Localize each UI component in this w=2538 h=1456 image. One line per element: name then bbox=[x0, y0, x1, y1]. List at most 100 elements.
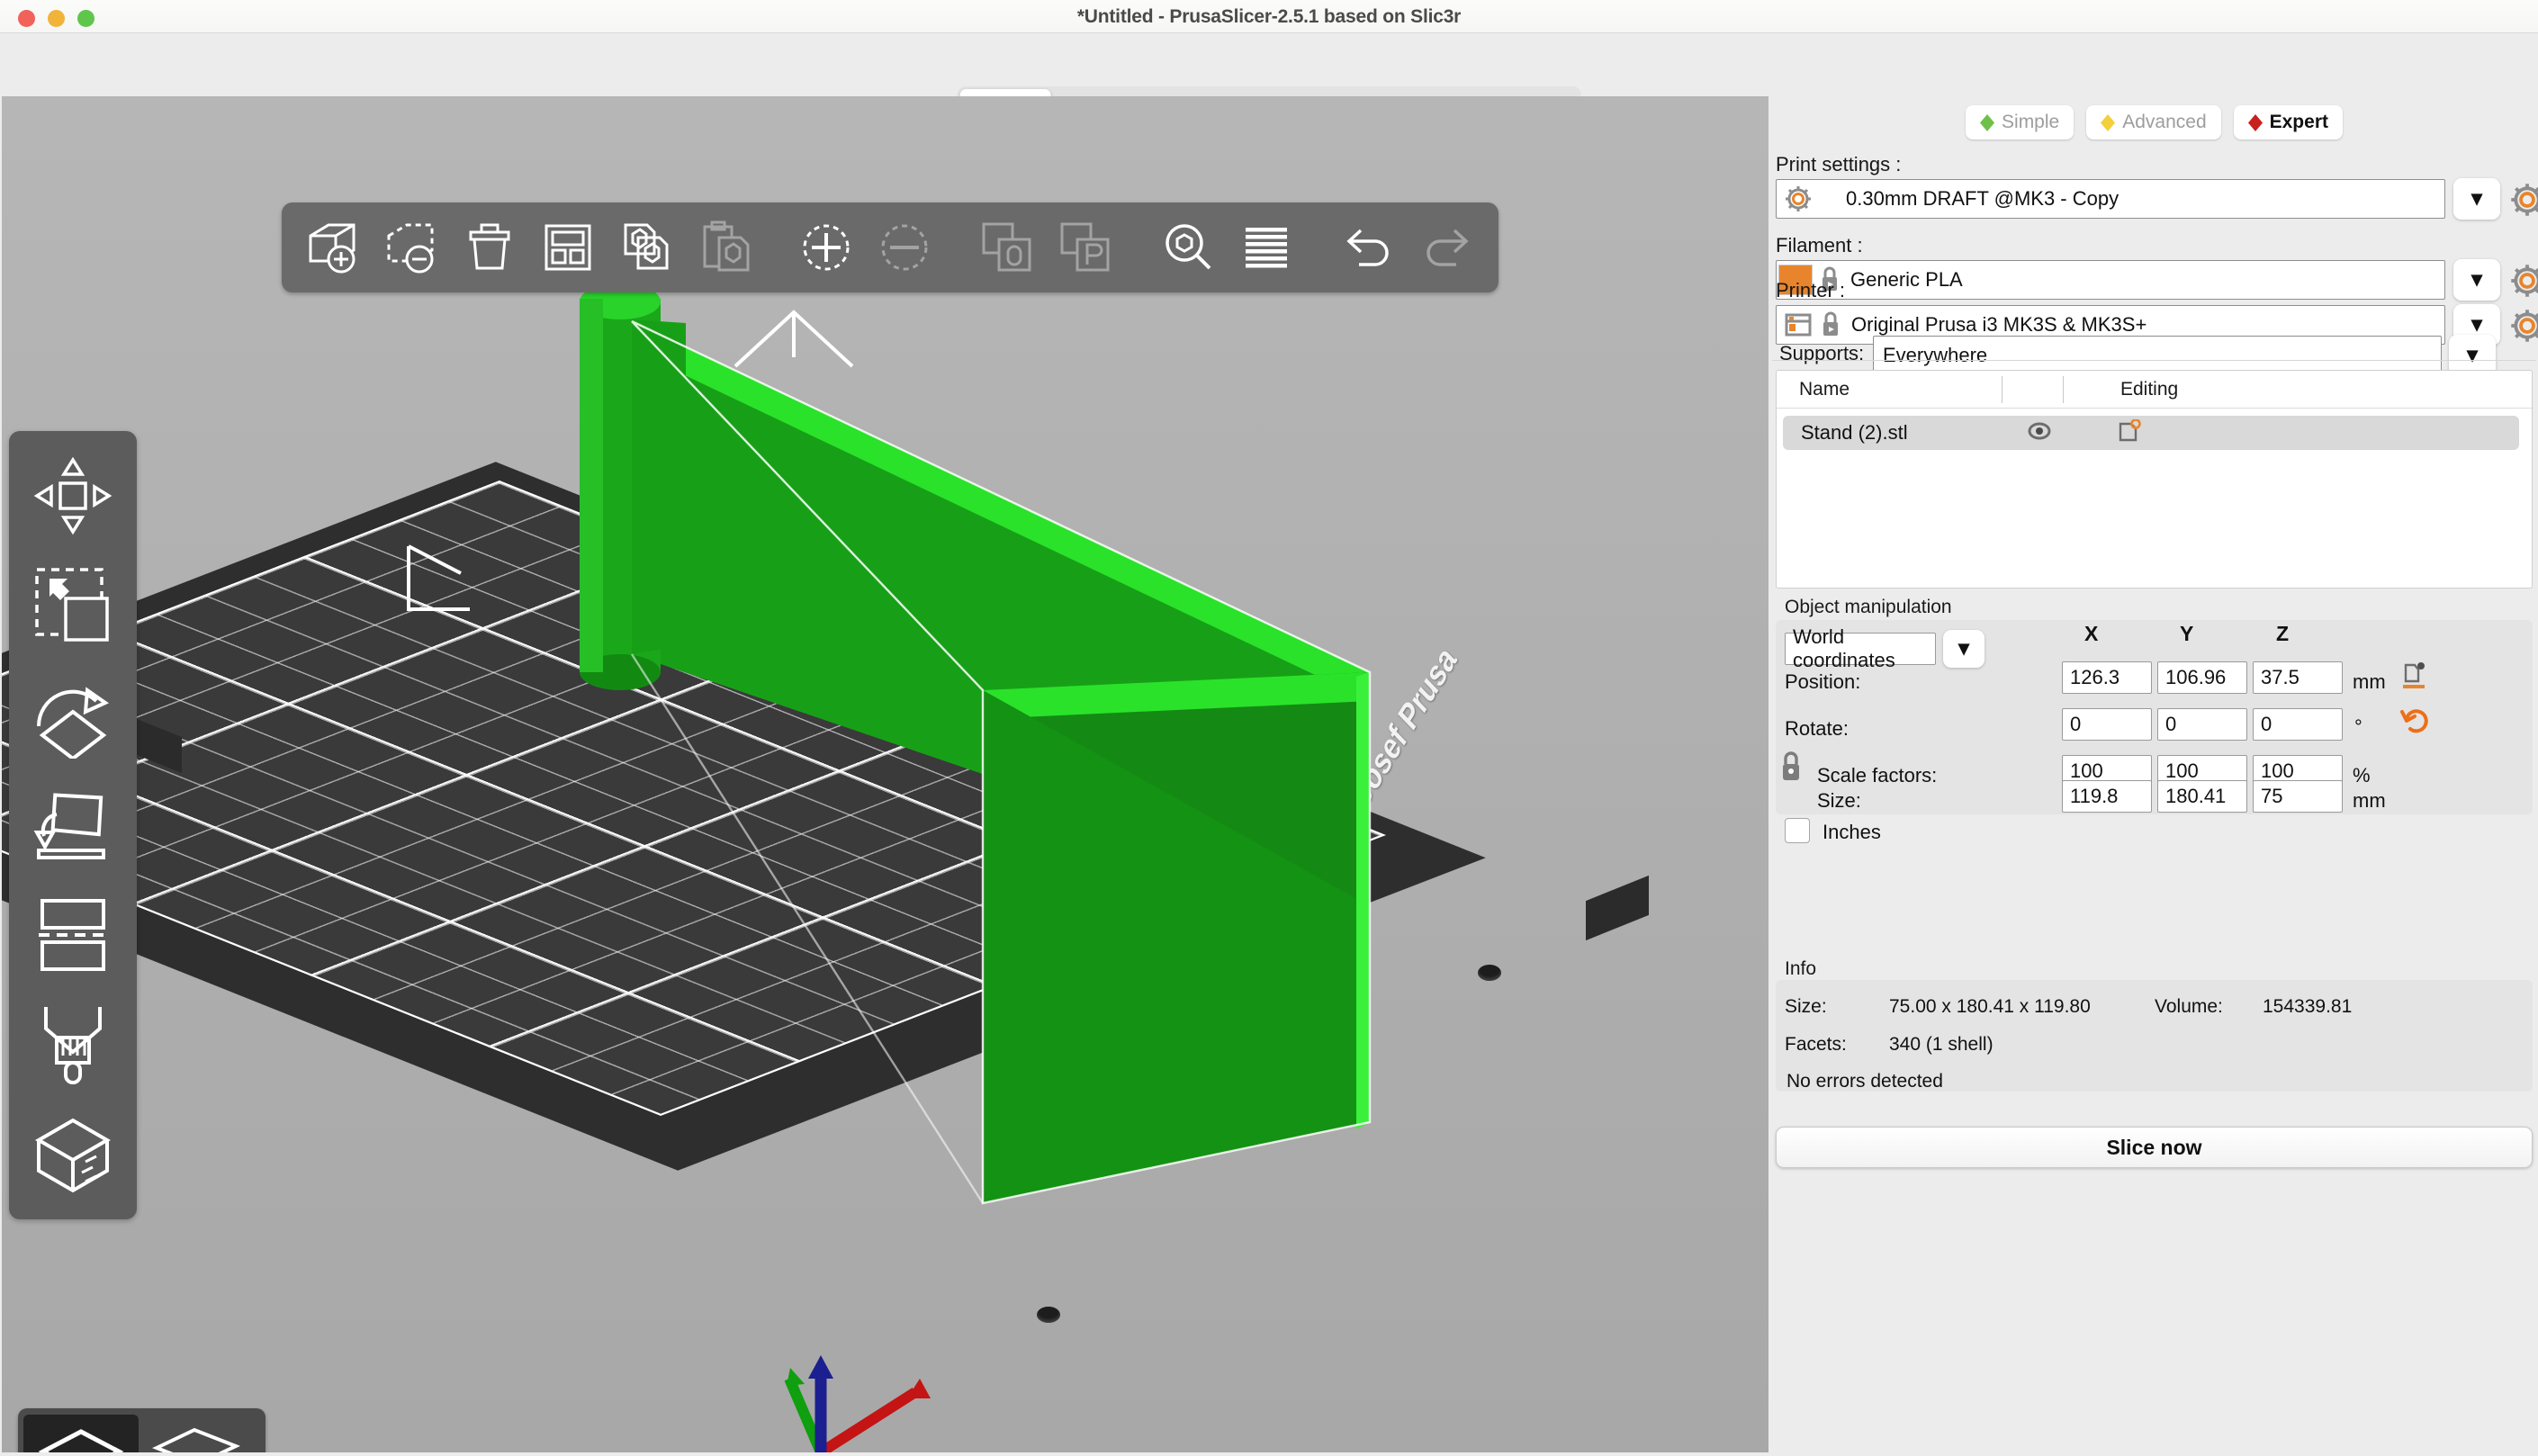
variable-layer-height-icon[interactable] bbox=[1227, 210, 1305, 285]
cut-gizmo-icon[interactable] bbox=[21, 883, 125, 987]
mode-advanced-button[interactable]: Advanced bbox=[2086, 105, 2221, 139]
info-errors: No errors detected bbox=[1786, 1071, 1943, 1092]
delete-icon[interactable] bbox=[373, 210, 451, 285]
axis-header-z: Z bbox=[2276, 622, 2290, 645]
printer-label: Printer : bbox=[1776, 279, 1846, 301]
chevron-down-icon: ▾ bbox=[2470, 312, 2483, 337]
reset-rotation-icon[interactable] bbox=[2400, 706, 2429, 741]
left-gizmo-toolbar[interactable] bbox=[9, 431, 137, 1219]
position-y-input[interactable]: 106.96 bbox=[2157, 661, 2247, 694]
print-settings-value: 0.30mm DRAFT @MK3 - Copy bbox=[1846, 187, 2120, 210]
info-volume-label: Volume: bbox=[2155, 996, 2223, 1017]
mode-simple-label: Simple bbox=[2002, 112, 2060, 132]
info-size-label: Size: bbox=[1785, 996, 1827, 1017]
panel-divider bbox=[1772, 360, 2536, 361]
info-volume-value: 154339.81 bbox=[2263, 996, 2353, 1017]
view-mode-switch[interactable] bbox=[18, 1408, 266, 1452]
copy-icon[interactable] bbox=[607, 210, 685, 285]
slice-now-button[interactable]: Slice now bbox=[1776, 1127, 2533, 1168]
redo-icon[interactable] bbox=[1408, 210, 1486, 285]
filament-label: Filament : bbox=[1776, 234, 1863, 256]
object-list-header: Name Editing bbox=[1777, 371, 2532, 409]
lock-icon bbox=[1819, 310, 1842, 339]
size-unit: mm bbox=[2353, 789, 2386, 812]
window-title: *Untitled - PrusaSlicer-2.5.1 based on S… bbox=[1076, 6, 1462, 27]
mode-advanced-dot-icon bbox=[2101, 113, 2116, 131]
chevron-down-icon: ▾ bbox=[2466, 343, 2479, 367]
mode-simple-button[interactable]: Simple bbox=[1966, 105, 2074, 139]
chevron-down-icon: ▾ bbox=[2470, 186, 2483, 211]
object-list-row[interactable]: Stand (2).stl bbox=[1783, 416, 2519, 450]
rotate-x-input[interactable]: 0 bbox=[2062, 708, 2152, 741]
print-settings-combo[interactable]: 0.30mm DRAFT @MK3 - Copy bbox=[1776, 179, 2445, 219]
title-bar: *Untitled - PrusaSlicer-2.5.1 based on S… bbox=[0, 0, 2538, 33]
eye-icon[interactable] bbox=[2028, 422, 2051, 445]
size-y-input[interactable]: 180.41 bbox=[2157, 780, 2247, 813]
filament-combo[interactable]: Generic PLA bbox=[1776, 260, 2445, 300]
print-settings-cog-icon bbox=[1783, 184, 1814, 214]
info-title: Info bbox=[1785, 958, 1817, 979]
split-to-parts-icon[interactable] bbox=[1047, 210, 1125, 285]
position-label: Position: bbox=[1785, 670, 1861, 693]
rotate-unit: ° bbox=[2354, 715, 2362, 738]
split-to-objects-icon[interactable] bbox=[968, 210, 1047, 285]
place-on-face-gizmo-icon[interactable] bbox=[21, 773, 125, 877]
object-name: Stand (2).stl bbox=[1801, 421, 1908, 444]
size-z-input[interactable]: 75 bbox=[2253, 780, 2343, 813]
printer-icon bbox=[1783, 310, 1814, 340]
axis-header-x: X bbox=[2084, 622, 2099, 645]
remove-instance-icon[interactable] bbox=[866, 210, 944, 285]
printer-edit-icon[interactable] bbox=[2510, 309, 2538, 343]
delete-all-icon[interactable] bbox=[451, 210, 529, 285]
search-icon[interactable] bbox=[1149, 210, 1228, 285]
position-x-input[interactable]: 126.3 bbox=[2062, 661, 2152, 694]
top-toolbar[interactable] bbox=[282, 202, 1498, 292]
info-size-value: 75.00 x 180.41 x 119.80 bbox=[1889, 996, 2091, 1017]
coordinate-system-dropdown-button[interactable]: ▾ bbox=[1943, 630, 1984, 668]
axis-indicator bbox=[785, 1355, 931, 1452]
column-divider bbox=[2063, 376, 2064, 403]
print-settings-dropdown-button[interactable]: ▾ bbox=[2453, 178, 2500, 220]
info-facets-value: 340 (1 shell) bbox=[1889, 1034, 1994, 1055]
paste-icon[interactable] bbox=[685, 210, 763, 285]
mode-expert-button[interactable]: Expert bbox=[2233, 105, 2343, 139]
position-unit: mm bbox=[2353, 670, 2386, 693]
info-facets-label: Facets: bbox=[1785, 1034, 1847, 1055]
3d-viewport[interactable]: i3 MK3 by Josef Prusa bbox=[2, 96, 1768, 1452]
rotate-gizmo-icon[interactable] bbox=[21, 663, 125, 768]
uniform-scale-lock-icon[interactable] bbox=[1779, 749, 1803, 789]
mode-selector[interactable]: Simple Advanced Expert bbox=[1772, 105, 2536, 139]
filament-dropdown-button[interactable]: ▾ bbox=[2453, 259, 2500, 301]
object-list-column-name: Name bbox=[1799, 378, 1850, 400]
seam-painting-gizmo-icon[interactable] bbox=[21, 1102, 125, 1207]
coordinate-system-select[interactable]: World coordinates bbox=[1785, 625, 1936, 671]
add-icon[interactable] bbox=[294, 210, 373, 285]
chevron-down-icon: ▾ bbox=[2470, 267, 2483, 292]
preview-view-button[interactable] bbox=[139, 1415, 254, 1452]
inches-label: Inches bbox=[1822, 821, 1881, 843]
scale-gizmo-icon[interactable] bbox=[21, 553, 125, 658]
mode-advanced-label: Advanced bbox=[2122, 112, 2207, 132]
size-x-input[interactable]: 119.8 bbox=[2062, 780, 2152, 813]
undo-icon[interactable] bbox=[1329, 210, 1408, 285]
mode-expert-dot-icon bbox=[2247, 113, 2263, 131]
editing-icon[interactable] bbox=[2118, 418, 2141, 447]
rotate-y-input[interactable]: 0 bbox=[2157, 708, 2247, 741]
add-instance-icon[interactable] bbox=[788, 210, 866, 285]
arrange-icon[interactable] bbox=[528, 210, 607, 285]
move-gizmo-icon[interactable] bbox=[21, 444, 125, 548]
inches-checkbox[interactable] bbox=[1785, 818, 1810, 843]
position-z-input[interactable]: 37.5 bbox=[2253, 661, 2343, 694]
paint-support-gizmo-icon[interactable] bbox=[21, 993, 125, 1097]
filament-edit-icon[interactable] bbox=[2510, 264, 2538, 298]
supports-label: Supports: bbox=[1779, 342, 1865, 364]
filament-value: Generic PLA bbox=[1850, 268, 1963, 291]
drop-to-bed-icon[interactable] bbox=[2400, 661, 2427, 695]
editor-view-button[interactable] bbox=[23, 1415, 139, 1452]
scale-unit: % bbox=[2353, 764, 2371, 786]
object-manipulation-title: Object manipulation bbox=[1785, 597, 1952, 617]
printer-value: Original Prusa i3 MK3S & MK3S+ bbox=[1851, 313, 2147, 336]
object-list[interactable]: Name Editing Stand (2).stl bbox=[1776, 370, 2533, 589]
rotate-z-input[interactable]: 0 bbox=[2253, 708, 2343, 741]
print-settings-edit-icon[interactable] bbox=[2510, 183, 2538, 217]
